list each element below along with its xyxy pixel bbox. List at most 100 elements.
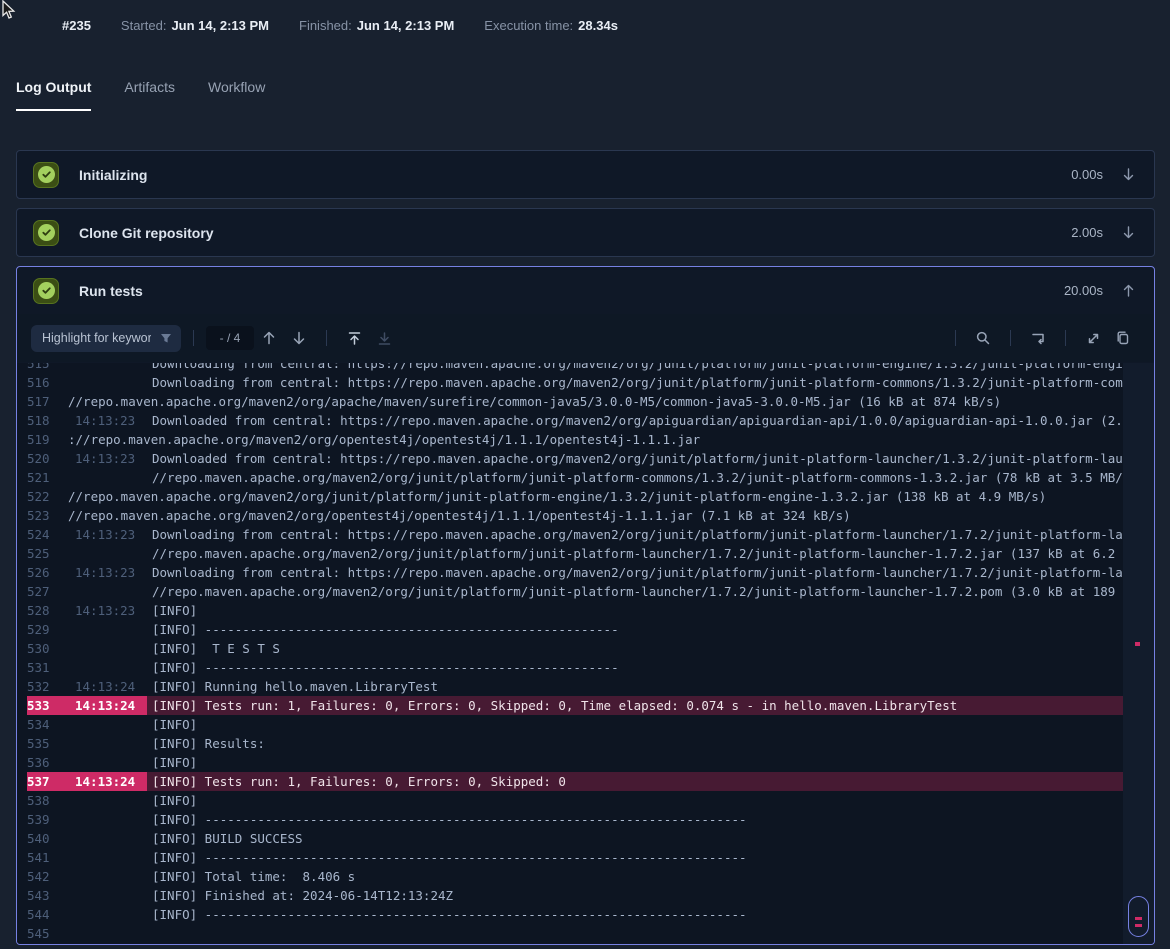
line-number[interactable]: 523: [27, 506, 67, 525]
line-number[interactable]: 521: [27, 468, 67, 487]
line-number[interactable]: 526: [27, 563, 67, 582]
search-icon[interactable]: [970, 325, 996, 351]
next-match-button[interactable]: [286, 325, 312, 351]
line-timestamp: [67, 924, 147, 943]
line-text: [INFO] Finished at: 2024-06-14T12:13:24Z: [147, 886, 1123, 905]
line-number[interactable]: 520: [27, 449, 67, 468]
previous-match-button[interactable]: [256, 325, 282, 351]
funnel-icon[interactable]: [159, 331, 173, 350]
log-line-gutter: 53714:13:24: [27, 772, 147, 791]
line-number[interactable]: 539: [27, 810, 67, 829]
line-number[interactable]: 525: [27, 544, 67, 563]
chevron-down-icon[interactable]: [1119, 166, 1137, 184]
step-card-run-tests: Run tests 20.00s - / 4: [16, 266, 1155, 945]
line-number[interactable]: 541: [27, 848, 67, 867]
log-line: 542[INFO] Total time: 8.406 s: [17, 867, 1123, 886]
log-line: 538[INFO]: [17, 791, 1123, 810]
log-line: 519://repo.maven.apache.org/maven2/org/o…: [17, 430, 1123, 449]
step-title: Initializing: [79, 167, 1071, 183]
log-lines: 515 Downloading from central: https://rep…: [17, 363, 1123, 943]
line-number[interactable]: 533: [27, 696, 67, 715]
line-text: Downloading from central: https://repo.m…: [147, 363, 1123, 373]
line-number[interactable]: 517: [27, 392, 67, 411]
line-timestamp: [67, 468, 147, 487]
log-line: 517//repo.maven.apache.org/maven2/org/ap…: [17, 392, 1123, 411]
log-line: 522//repo.maven.apache.org/maven2/org/ju…: [17, 487, 1123, 506]
line-number[interactable]: 529: [27, 620, 67, 639]
log-line-gutter: 536: [27, 753, 147, 772]
line-number[interactable]: 527: [27, 582, 67, 601]
step-title: Run tests: [79, 283, 1064, 299]
step-header[interactable]: Initializing 0.00s: [17, 151, 1154, 198]
line-number[interactable]: 522: [27, 487, 67, 506]
line-number[interactable]: 537: [27, 772, 67, 791]
line-text: [INFO] ---------------------------------…: [147, 810, 1123, 829]
minimap-viewport-indicator[interactable]: [1128, 896, 1149, 937]
line-number[interactable]: 530: [27, 639, 67, 658]
line-number[interactable]: 532: [27, 677, 67, 696]
line-number[interactable]: 540: [27, 829, 67, 848]
line-timestamp: [67, 373, 147, 392]
log-line: 539 [INFO] ------------------------------…: [17, 810, 1123, 829]
line-timestamp: [67, 867, 147, 886]
log-line-gutter: 519: [27, 430, 67, 449]
copy-icon[interactable]: [1110, 325, 1136, 351]
line-text: [INFO]: [147, 601, 1123, 620]
line-number[interactable]: 545: [27, 924, 67, 943]
log-line: 535 [INFO] Results:: [17, 734, 1123, 753]
line-number[interactable]: 528: [27, 601, 67, 620]
line-text: //repo.maven.apache.org/maven2/org/junit…: [147, 544, 1123, 563]
toolbar-divider: [193, 330, 194, 346]
line-number[interactable]: 538: [27, 791, 67, 810]
minimap-highlight-dash: [1135, 917, 1142, 920]
line-timestamp: [67, 582, 147, 601]
step-card-clone-git-repository: Clone Git repository 2.00s: [16, 208, 1155, 257]
line-number[interactable]: 542: [27, 867, 67, 886]
tab-log-output[interactable]: Log Output: [16, 79, 91, 111]
chevron-down-icon[interactable]: [1119, 224, 1137, 242]
log-minimap[interactable]: [1123, 363, 1154, 944]
line-timestamp: [67, 734, 147, 753]
log-line: 52014:13:23Downloaded from central: http…: [17, 449, 1123, 468]
line-number[interactable]: 531: [27, 658, 67, 677]
log-line: 53214:13:24[INFO] Running hello.maven.Li…: [17, 677, 1123, 696]
line-number[interactable]: 524: [27, 525, 67, 544]
line-text: [INFO] ---------------------------------…: [147, 905, 1123, 924]
scroll-to-bottom-button[interactable]: [371, 325, 397, 351]
word-wrap-icon[interactable]: [1025, 325, 1051, 351]
line-number[interactable]: 516: [27, 373, 67, 392]
line-number[interactable]: 518: [27, 411, 67, 430]
log-line: 52814:13:23[INFO]: [17, 601, 1123, 620]
log-line: 536[INFO]: [17, 753, 1123, 772]
line-number[interactable]: 535: [27, 734, 67, 753]
log-line-gutter: 517: [27, 392, 67, 411]
step-duration: 0.00s: [1071, 167, 1103, 182]
line-timestamp: [67, 791, 147, 810]
line-timestamp: [67, 810, 147, 829]
chevron-up-icon[interactable]: [1119, 282, 1137, 300]
expand-icon[interactable]: [1080, 325, 1106, 351]
log-view[interactable]: 515 Downloading from central: https://rep…: [17, 363, 1123, 944]
log-line: 53314:13:24[INFO] Tests run: 1, Failures…: [17, 696, 1123, 715]
line-text: [INFO] Results:: [147, 734, 1123, 753]
line-timestamp: 14:13:23: [67, 411, 147, 430]
step-header[interactable]: Run tests 20.00s: [17, 267, 1154, 314]
line-timestamp: 14:13:23: [67, 601, 147, 620]
log-line-gutter: 534: [27, 715, 147, 734]
line-number[interactable]: 534: [27, 715, 67, 734]
step-header[interactable]: Clone Git repository 2.00s: [17, 209, 1154, 256]
line-number[interactable]: 543: [27, 886, 67, 905]
scroll-to-top-button[interactable]: [341, 325, 367, 351]
line-number[interactable]: 515: [27, 363, 67, 373]
line-text: [INFO] Tests run: 1, Failures: 0, Errors…: [147, 696, 1123, 715]
tab-workflow[interactable]: Workflow: [208, 79, 265, 111]
keyword-filter: [31, 325, 181, 352]
line-timestamp: 14:13:24: [67, 677, 147, 696]
line-number[interactable]: 519: [27, 430, 67, 449]
line-number[interactable]: 544: [27, 905, 67, 924]
log-line-gutter: 541: [27, 848, 147, 867]
run-header: #235 Started: Jun 14, 2:13 PM Finished: …: [62, 18, 618, 33]
line-number[interactable]: 536: [27, 753, 67, 772]
tab-artifacts[interactable]: Artifacts: [124, 79, 175, 111]
log-line-gutter: 52814:13:23: [27, 601, 147, 620]
